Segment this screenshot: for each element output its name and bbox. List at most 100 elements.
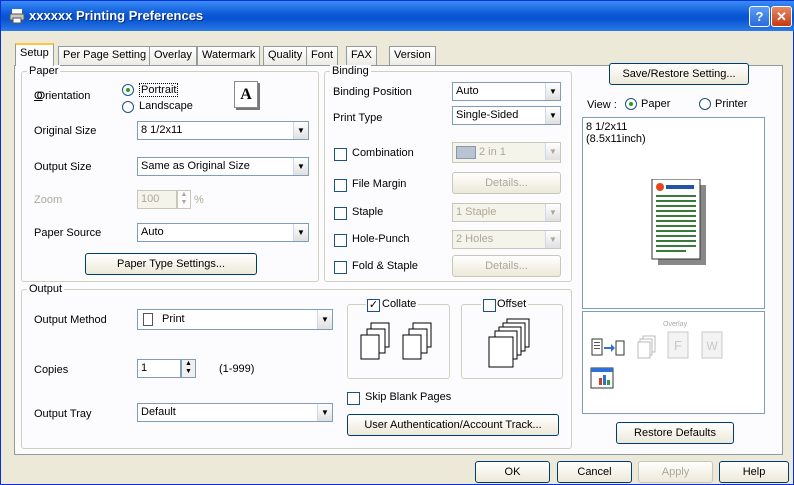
paper-source-label: Paper Source	[34, 227, 102, 239]
tab-per-page-setting[interactable]: Per Page Setting	[58, 46, 152, 65]
offset-checkbox[interactable]	[483, 299, 496, 312]
view-paper-radio[interactable]	[625, 98, 637, 110]
close-caption-button[interactable]: ✕	[771, 6, 792, 27]
copies-input[interactable]: 1	[137, 359, 181, 378]
tab-overlay[interactable]: Overlay	[149, 46, 197, 65]
copies-spinner[interactable]: ▲ ▼	[181, 359, 196, 378]
view-printer-radio[interactable]	[699, 98, 711, 110]
staple-label: Staple	[352, 206, 384, 218]
cancel-button[interactable]: Cancel	[557, 461, 632, 483]
tab-setup[interactable]: Setup	[15, 43, 54, 66]
fold-staple-checkbox[interactable]	[334, 261, 347, 274]
combination-checkbox[interactable]	[334, 148, 347, 161]
hole-punch-label: Hole-Punch	[352, 233, 410, 245]
document-icon	[143, 313, 153, 326]
fold-staple-label: Fold & Staple	[352, 260, 419, 272]
portrait-radio[interactable]	[122, 84, 134, 96]
view-paper-label[interactable]: Paper	[641, 98, 670, 110]
original-size-label: Original Size	[34, 125, 97, 137]
output-tray-label: Output Tray	[34, 408, 92, 420]
chevron-down-icon[interactable]: ▼	[293, 158, 308, 175]
paper-type-settings-button[interactable]: Paper Type Settings...	[85, 253, 257, 275]
output-method-select[interactable]: Print ▼	[137, 309, 333, 330]
title-bar[interactable]: xxxxxx Printing Preferences ? ✕	[1, 1, 794, 31]
tab-quality[interactable]: Quality	[263, 46, 308, 65]
file-margin-label: File Margin	[352, 178, 407, 190]
zoom-unit: %	[194, 194, 204, 206]
combination-select[interactable]: 2 in 1 ▼	[452, 142, 561, 163]
portrait-label[interactable]: Portrait	[139, 83, 179, 97]
output-size-select[interactable]: Same as Original Size ▼	[137, 157, 309, 176]
offset-stack-icon	[488, 318, 530, 368]
tab-fax[interactable]: FAX	[346, 46, 377, 65]
binding-group-label: Binding	[330, 65, 371, 77]
output-tray-select[interactable]: Default ▼	[137, 403, 333, 422]
restore-defaults-button[interactable]: Restore Defaults	[616, 422, 734, 444]
quality-chart-icon	[590, 367, 614, 389]
hole-punch-checkbox[interactable]	[334, 234, 347, 247]
apply-button[interactable]: Apply	[638, 461, 713, 483]
printing-preferences-window: xxxxxx Printing Preferences ? ✕ Setup Pe…	[0, 0, 794, 485]
watermark-icon: W	[701, 331, 723, 359]
skip-blank-pages-label: Skip Blank Pages	[365, 391, 452, 403]
original-size-select[interactable]: 8 1/2x11 ▼	[137, 121, 309, 140]
zoom-label: Zoom	[34, 194, 63, 206]
orientation-preview-icon: A	[234, 81, 258, 108]
combination-label: Combination	[352, 147, 414, 159]
copies-label: Copies	[34, 364, 69, 376]
chevron-down-icon[interactable]: ▼	[545, 107, 560, 124]
help-caption-button[interactable]: ?	[749, 6, 770, 27]
staple-checkbox[interactable]	[334, 207, 347, 220]
view-label: View :	[587, 99, 617, 111]
binding-position-label: Binding Position	[333, 86, 412, 98]
collate-checkbox[interactable]: ✓	[367, 299, 380, 312]
help-button[interactable]: Help	[719, 461, 789, 483]
layout-2in1-icon	[456, 146, 476, 159]
preview-paper-size: 8 1/2x11	[586, 121, 628, 133]
window-title: xxxxxx Printing Preferences	[29, 8, 204, 23]
skip-blank-pages-checkbox[interactable]	[347, 392, 360, 405]
svg-text:W: W	[706, 339, 718, 353]
hole-punch-select[interactable]: 2 Holes ▼	[452, 230, 561, 249]
zoom-input[interactable]: 100	[137, 190, 177, 209]
view-printer-label[interactable]: Printer	[715, 98, 747, 110]
file-margin-details-button[interactable]: Details...	[452, 172, 561, 194]
chevron-down-icon[interactable]: ▼	[293, 224, 308, 241]
landscape-label[interactable]: Landscape	[139, 100, 193, 112]
ok-button[interactable]: OK	[475, 461, 550, 483]
print-type-label: Print Type	[333, 112, 383, 124]
chevron-down-icon[interactable]: ▼	[317, 404, 332, 421]
landscape-radio[interactable]	[122, 101, 134, 113]
tab-font[interactable]: Font	[306, 46, 339, 65]
svg-text:F: F	[674, 338, 682, 353]
chevron-down-icon[interactable]: ▼	[545, 143, 560, 160]
multi-page-icon	[637, 335, 656, 359]
user-authentication-button[interactable]: User Authentication/Account Track...	[347, 414, 559, 436]
chevron-down-icon[interactable]: ▼	[317, 310, 332, 329]
collate-sets-icon	[360, 322, 432, 360]
overlay-icon-label: Overlay	[663, 321, 688, 328]
preview-paper-dimensions: (8.5x11inch)	[586, 133, 646, 145]
tab-watermark[interactable]: Watermark	[197, 46, 261, 65]
binding-position-select[interactable]: Auto ▼	[452, 82, 561, 101]
output-size-label: Output Size	[34, 161, 92, 173]
page-preview-icon	[651, 179, 706, 265]
copies-range: (1-999)	[219, 363, 255, 375]
printer-icon	[9, 8, 25, 24]
paper-group-label: Paper	[27, 65, 61, 77]
zoom-spinner[interactable]: ▲ ▼	[177, 190, 191, 209]
paper-source-select[interactable]: Auto ▼	[137, 223, 309, 242]
chevron-down-icon[interactable]: ▼	[545, 231, 560, 248]
overlay-icon: F	[667, 331, 689, 359]
output-group-label: Output	[27, 283, 65, 295]
save-restore-setting-button[interactable]: Save/Restore Setting...	[609, 63, 749, 85]
output-method-label: Output Method	[34, 314, 107, 326]
file-margin-checkbox[interactable]	[334, 179, 347, 192]
chevron-down-icon[interactable]: ▼	[545, 204, 560, 221]
staple-select[interactable]: 1 Staple ▼	[452, 203, 561, 222]
print-type-select[interactable]: Single-Sided ▼	[452, 106, 561, 125]
chevron-down-icon[interactable]: ▼	[545, 83, 560, 100]
tab-version[interactable]: Version	[389, 46, 436, 65]
chevron-down-icon[interactable]: ▼	[293, 122, 308, 139]
fold-staple-details-button[interactable]: Details...	[452, 255, 561, 277]
